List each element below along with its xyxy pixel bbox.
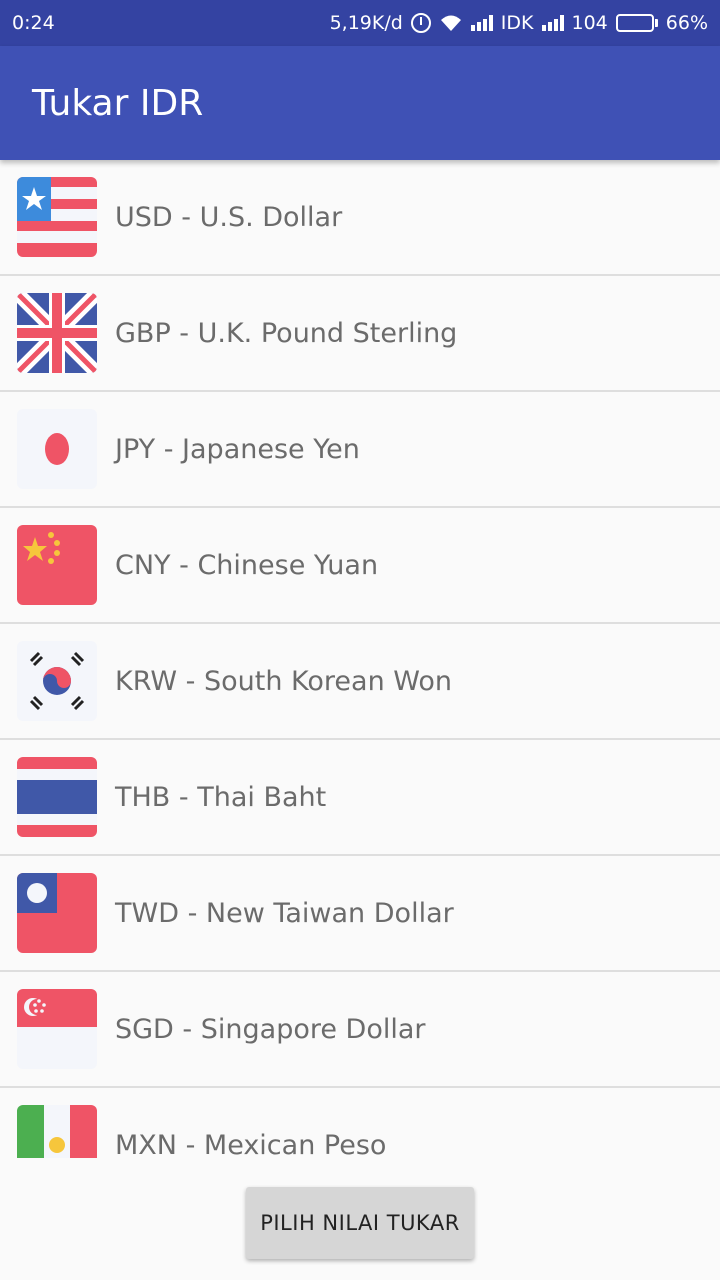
currency-label: KRW - South Korean Won — [115, 665, 453, 697]
currency-label: CNY - Chinese Yuan — [115, 549, 379, 581]
currency-label: TWD - New Taiwan Dollar — [115, 897, 454, 929]
signal-icon-2 — [541, 15, 564, 31]
page-title: Tukar IDR — [32, 82, 204, 124]
signal-icon-1 — [470, 15, 493, 31]
list-item-jpy[interactable]: JPY - Japanese Yen — [0, 392, 720, 508]
currency-list[interactable]: USD - U.S. Dollar GBP - U.K. Pound Sterl… — [0, 160, 720, 1158]
alarm-icon — [410, 13, 431, 33]
cny-flag-icon — [17, 525, 97, 605]
list-item-krw[interactable]: KRW - South Korean Won — [0, 624, 720, 740]
usd-flag-icon — [17, 177, 97, 257]
currency-label: GBP - U.K. Pound Sterling — [115, 317, 458, 349]
twd-flag-icon — [17, 873, 97, 953]
currency-label: MXN - Mexican Peso — [115, 1129, 387, 1159]
list-item-thb[interactable]: THB - Thai Baht — [0, 740, 720, 856]
list-item-cny[interactable]: CNY - Chinese Yuan — [0, 508, 720, 624]
battery-icon — [615, 14, 658, 32]
status-time: 0:24 — [12, 12, 55, 34]
list-item-sgd[interactable]: SGD - Singapore Dollar — [0, 972, 720, 1088]
sgd-flag-icon — [17, 989, 97, 1069]
list-item-mxn[interactable]: MXN - Mexican Peso — [0, 1088, 720, 1158]
currency-label: SGD - Singapore Dollar — [115, 1013, 426, 1045]
carrier-label: IDK — [500, 12, 534, 34]
list-item-usd[interactable]: USD - U.S. Dollar — [0, 160, 720, 276]
battery-percent: 66% — [665, 12, 708, 34]
thb-flag-icon — [17, 757, 97, 837]
currency-label: USD - U.S. Dollar — [115, 201, 343, 233]
jpy-flag-icon — [17, 409, 97, 489]
status-bar: 0:24 5,19K/d IDK 104 66% — [0, 0, 720, 46]
gbp-flag-icon — [17, 293, 97, 373]
list-item-gbp[interactable]: GBP - U.K. Pound Sterling — [0, 276, 720, 392]
signal-value: 104 — [571, 12, 608, 34]
network-speed: 5,19K/d — [329, 12, 403, 34]
mxn-flag-icon — [17, 1105, 97, 1158]
currency-label: THB - Thai Baht — [115, 781, 327, 813]
wifi-icon — [440, 15, 461, 31]
currency-label: JPY - Japanese Yen — [115, 433, 360, 465]
app-bar: Tukar IDR — [0, 46, 720, 160]
list-item-twd[interactable]: TWD - New Taiwan Dollar — [0, 856, 720, 972]
krw-flag-icon — [17, 641, 97, 721]
choose-exchange-rate-button[interactable]: PILIH NILAI TUKAR — [246, 1187, 474, 1259]
